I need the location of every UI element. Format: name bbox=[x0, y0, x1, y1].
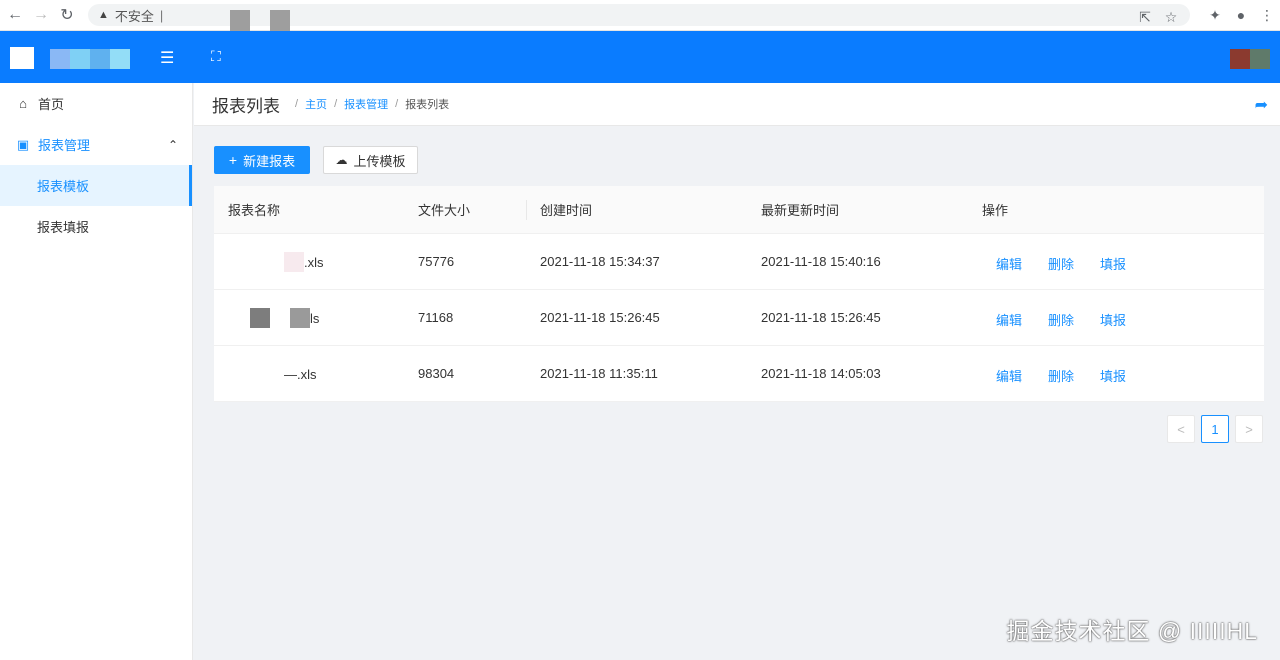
file-size: 71168 bbox=[418, 310, 454, 325]
avatar[interactable] bbox=[1230, 49, 1270, 69]
forward-icon[interactable]: → bbox=[28, 2, 54, 28]
breadcrumb-home[interactable]: 主页 bbox=[305, 96, 327, 112]
extensions-icon[interactable]: ✦ bbox=[1202, 2, 1228, 28]
breadcrumb-current: 报表列表 bbox=[405, 99, 450, 111]
page-1-button[interactable]: 1 bbox=[1201, 415, 1229, 443]
sidebar-item-label: 报表填报 bbox=[37, 220, 90, 235]
created-time: 2021-11-18 15:26:45 bbox=[540, 310, 660, 325]
cloud-upload-icon: ☁ bbox=[335, 153, 348, 167]
monitor-icon: ▣ bbox=[16, 136, 30, 152]
delete-link[interactable]: 删除 bbox=[1048, 254, 1074, 273]
created-time: 2021-11-18 15:34:37 bbox=[540, 254, 660, 269]
file-size: 98304 bbox=[418, 366, 455, 381]
profile-icon[interactable]: ● bbox=[1228, 2, 1254, 28]
updated-time: 2021-11-18 14:05:03 bbox=[761, 366, 881, 381]
watermark: 掘金技术社区 @ IIIIIHL bbox=[1006, 618, 1258, 644]
delete-link[interactable]: 删除 bbox=[1048, 366, 1074, 385]
report-table: 报表名称 文件大小 创建时间 最新更新时间 操作 .xls 75776 2021… bbox=[214, 186, 1264, 402]
table-header: 报表名称 文件大小 创建时间 最新更新时间 操作 bbox=[214, 186, 1264, 234]
report-name-cell: .xls bbox=[228, 248, 324, 276]
delete-link[interactable]: 删除 bbox=[1048, 310, 1074, 329]
edit-link[interactable]: 编辑 bbox=[996, 366, 1022, 385]
sidebar-item-label: 首页 bbox=[38, 97, 65, 112]
file-size: 75776 bbox=[418, 254, 455, 269]
security-label: 不安全 bbox=[114, 8, 154, 24]
sidebar-item-label: 报表模板 bbox=[37, 179, 90, 194]
chevron-up-icon: ⌃ bbox=[167, 137, 178, 152]
table-row: .xls 75776 2021-11-18 15:34:37 2021-11-1… bbox=[214, 234, 1264, 290]
sidebar: ⌂ 首页 ▣ 报表管理 ⌃ 报表模板 报表填报 bbox=[0, 83, 193, 660]
table-row: —.xls 98304 2021-11-18 11:35:11 2021-11-… bbox=[214, 346, 1264, 402]
menu-toggle-icon[interactable]: ☰ bbox=[160, 48, 174, 68]
app-logo-text bbox=[50, 49, 130, 69]
menu-icon[interactable]: ⋮ bbox=[1254, 2, 1280, 28]
address-bar[interactable]: ▲ 不安全 | ⇱ ☆ bbox=[88, 4, 1190, 32]
warning-icon: ▲ bbox=[98, 9, 109, 21]
prev-page-button[interactable]: < bbox=[1167, 415, 1195, 443]
sidebar-item-report-fill[interactable]: 报表填报 bbox=[0, 206, 192, 247]
redacted-url-block bbox=[230, 10, 250, 32]
report-name-cell: ls bbox=[228, 304, 319, 332]
pagination: < 1 > bbox=[1167, 415, 1269, 443]
edit-link[interactable]: 编辑 bbox=[996, 254, 1022, 273]
column-header-actions: 操作 bbox=[982, 203, 1009, 218]
page-header: 报表列表 / 主页 / 报表管理 / 报表列表 ➦ bbox=[194, 83, 1280, 126]
column-header-name: 报表名称 bbox=[228, 203, 281, 218]
logo-icon bbox=[10, 47, 34, 69]
reload-icon[interactable]: ↻ bbox=[54, 2, 80, 28]
url-text: | bbox=[159, 7, 164, 23]
fill-link[interactable]: 填报 bbox=[1100, 366, 1126, 385]
star-icon[interactable]: ☆ bbox=[1158, 4, 1184, 30]
fill-link[interactable]: 填报 bbox=[1100, 254, 1126, 273]
table-row: ls 71168 2021-11-18 15:26:45 2021-11-18 … bbox=[214, 290, 1264, 346]
app-header: ☰ ⛶ bbox=[0, 31, 1280, 83]
redacted-url-block bbox=[270, 10, 290, 32]
browser-toolbar: ← → ↻ ▲ 不安全 | ⇱ ☆ ✦ ● ⋮ bbox=[0, 0, 1280, 32]
plus-icon: + bbox=[228, 152, 238, 168]
breadcrumb: / 主页 / 报表管理 / 报表列表 bbox=[295, 96, 450, 112]
report-name-cell: —.xls bbox=[228, 360, 317, 388]
breadcrumb-report-management[interactable]: 报表管理 bbox=[344, 96, 388, 112]
updated-time: 2021-11-18 15:40:16 bbox=[761, 254, 881, 269]
share-icon[interactable]: ⇱ bbox=[1132, 4, 1158, 30]
created-time: 2021-11-18 11:35:11 bbox=[540, 366, 658, 381]
updated-time: 2021-11-18 15:26:45 bbox=[761, 310, 881, 325]
fullscreen-icon[interactable]: ⛶ bbox=[211, 48, 221, 65]
new-report-button[interactable]: + 新建报表 bbox=[214, 146, 310, 174]
edit-link[interactable]: 编辑 bbox=[996, 310, 1022, 329]
home-icon: ⌂ bbox=[19, 96, 27, 111]
back-icon[interactable]: ← bbox=[2, 2, 28, 28]
column-header-updated: 最新更新时间 bbox=[761, 203, 840, 218]
upload-template-button[interactable]: ☁ 上传模板 bbox=[323, 146, 418, 174]
fill-link[interactable]: 填报 bbox=[1100, 310, 1126, 329]
sidebar-item-home[interactable]: ⌂ 首页 bbox=[0, 83, 192, 124]
sidebar-item-report-management[interactable]: ▣ 报表管理 ⌃ bbox=[0, 124, 192, 165]
next-page-button[interactable]: > bbox=[1235, 415, 1263, 443]
column-header-created: 创建时间 bbox=[540, 203, 593, 218]
sidebar-item-report-template[interactable]: 报表模板 bbox=[0, 165, 192, 206]
logout-icon[interactable]: ➦ bbox=[1255, 95, 1268, 115]
column-header-size: 文件大小 bbox=[418, 203, 471, 218]
sidebar-item-label: 报表管理 bbox=[38, 138, 91, 153]
page-title: 报表列表 bbox=[212, 96, 280, 116]
